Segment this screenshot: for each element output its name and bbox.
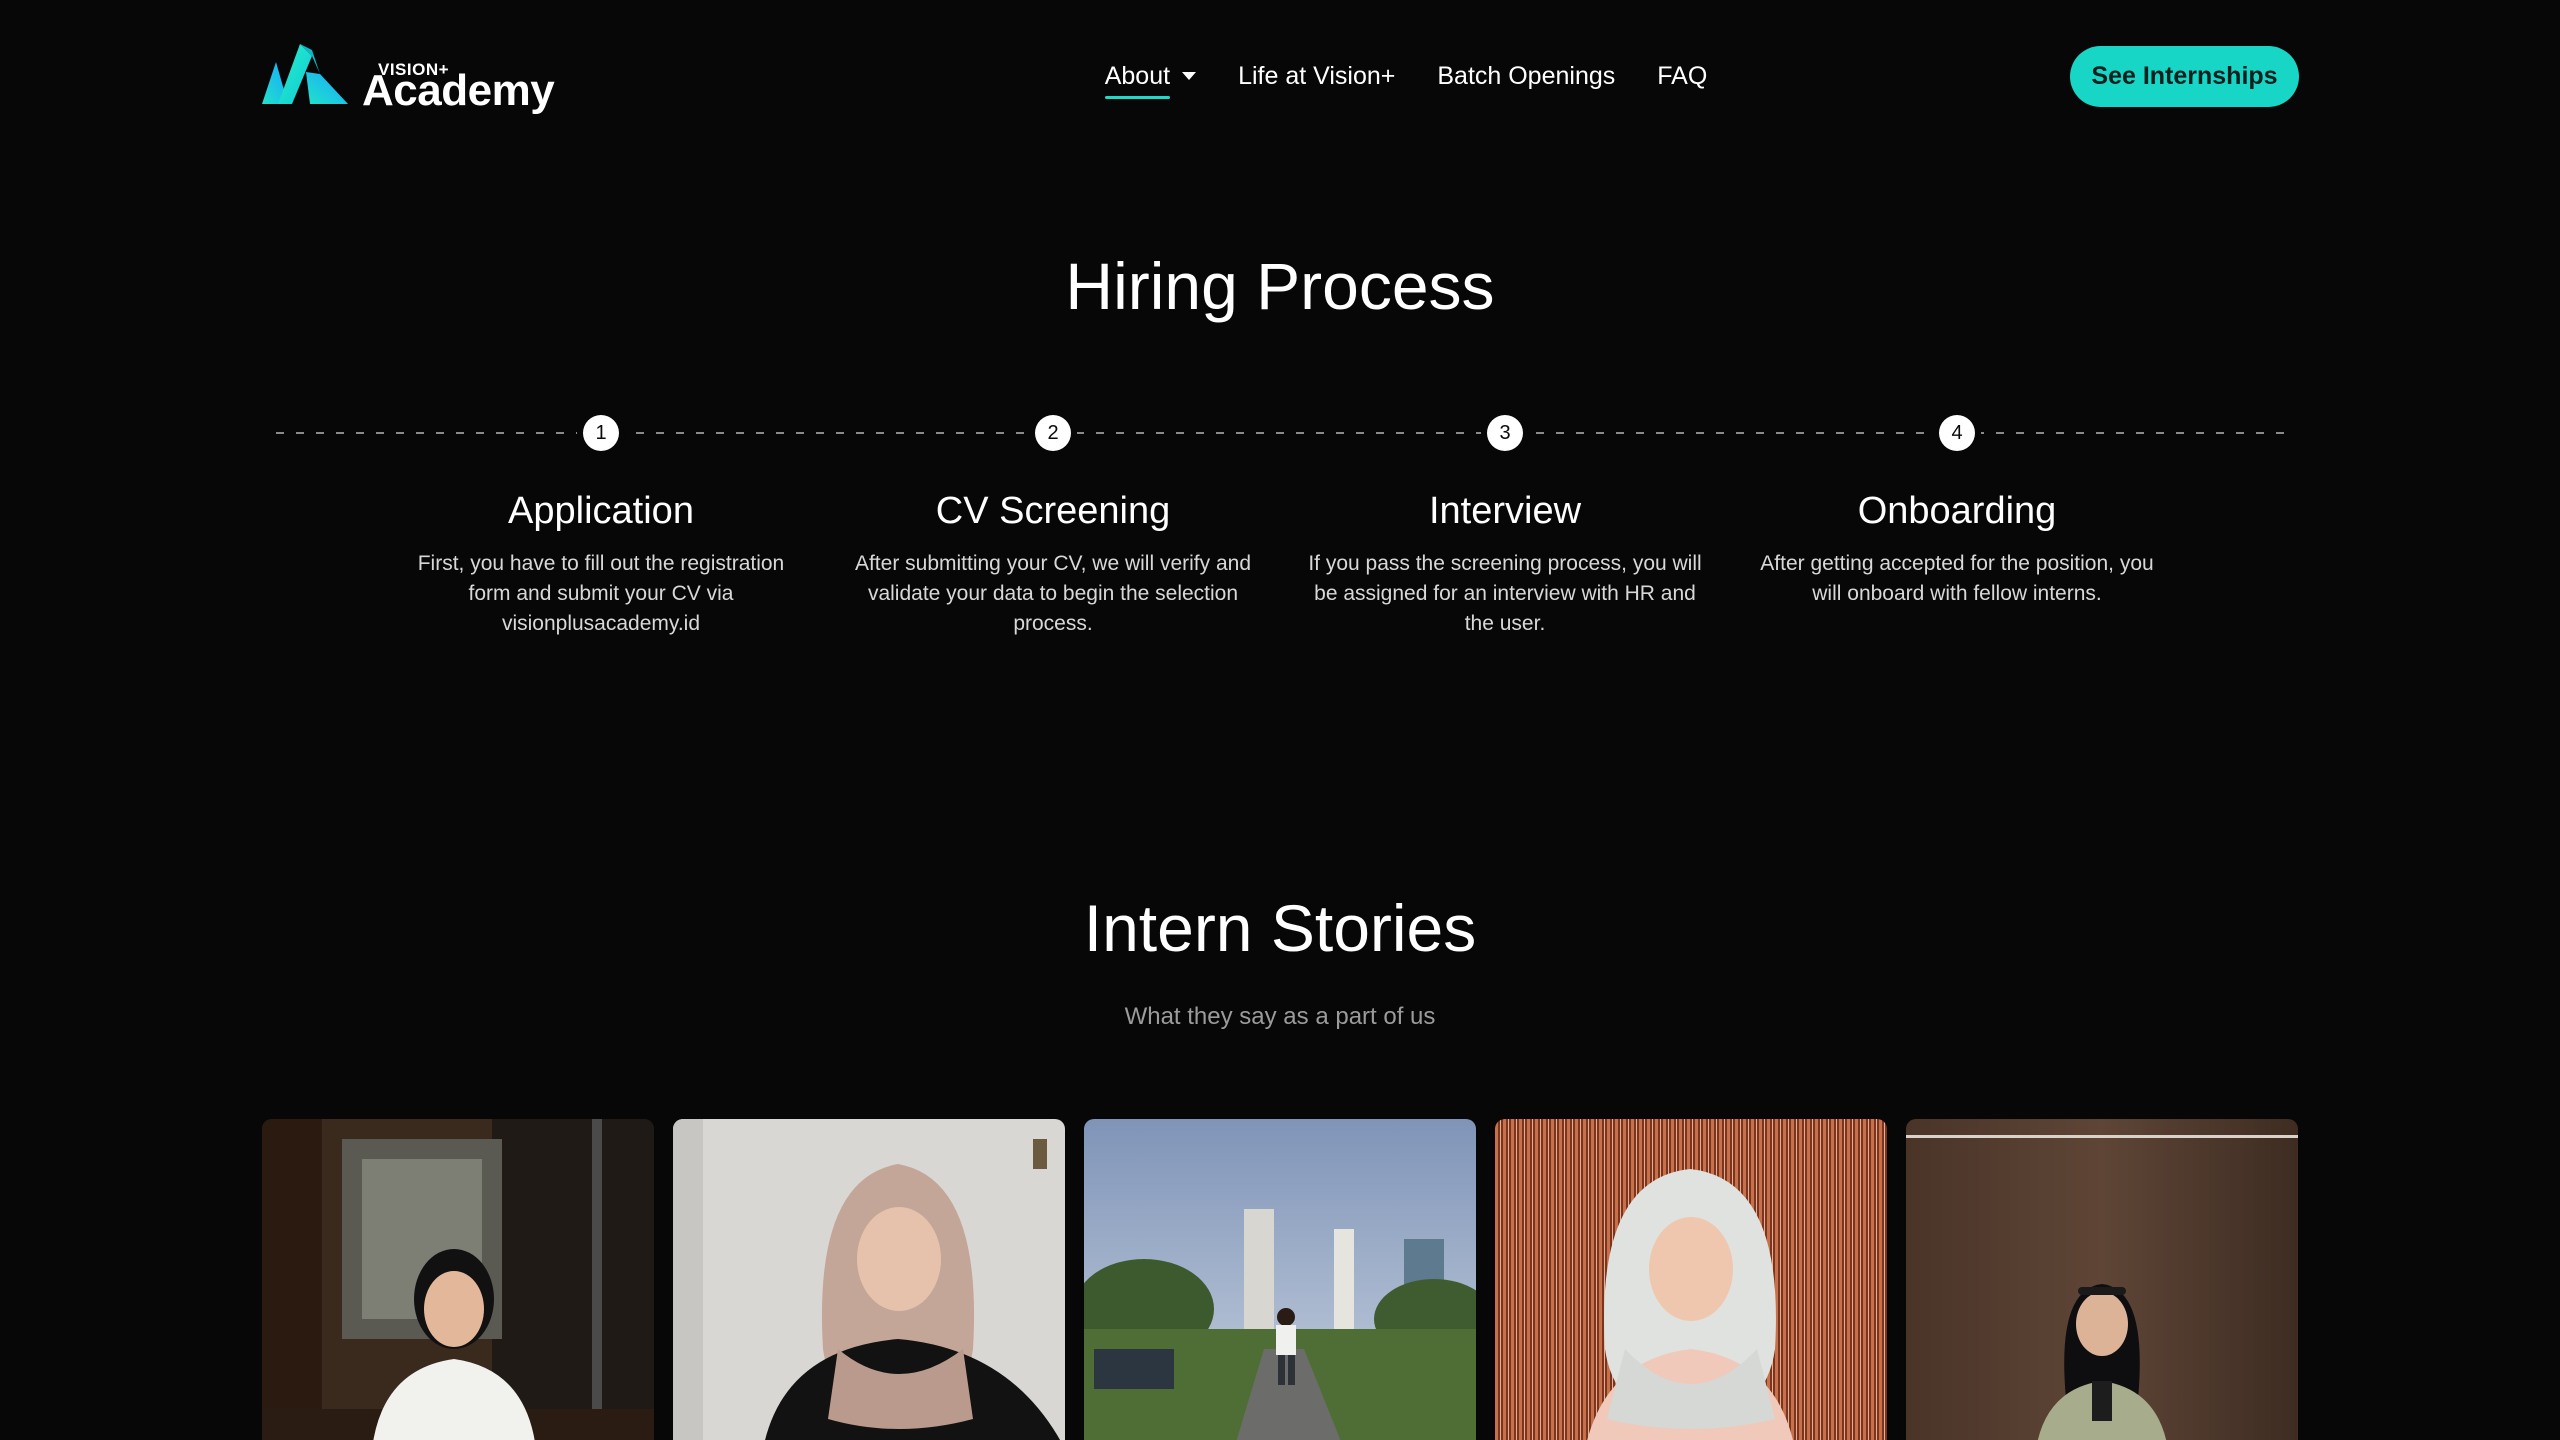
- logo-wordmark: VISION+ Academy: [362, 38, 562, 115]
- logo-big-text: Academy: [362, 66, 555, 115]
- intern-story-card-3[interactable]: [1084, 1119, 1476, 1440]
- see-internships-button[interactable]: See Internships: [2070, 45, 2299, 107]
- main-nav: About Life at Vision+ Batch Openings FAQ: [1104, 46, 1707, 106]
- step-application: Application First, you have to fill out …: [401, 490, 801, 639]
- nav-faq[interactable]: FAQ: [1657, 46, 1707, 106]
- chevron-down-icon: [1182, 72, 1197, 80]
- intern-photo: [1906, 1119, 2298, 1440]
- intern-stories-subtitle: What they say as a part of us: [1124, 1003, 1436, 1030]
- intern-photo: [673, 1119, 1065, 1440]
- step-title: CV Screening: [935, 490, 1171, 532]
- step-cv-screening: CV Screening After submitting your CV, w…: [853, 490, 1253, 639]
- intern-story-card-5[interactable]: [1906, 1119, 2298, 1440]
- vision-plus-logo-icon: [262, 44, 348, 104]
- step-onboarding: Onboarding After getting accepted for th…: [1757, 490, 2157, 609]
- step-number-4: 4: [1939, 415, 1975, 451]
- step-title: Application: [508, 490, 694, 532]
- nav-life-at-vision[interactable]: Life at Vision+: [1238, 46, 1395, 106]
- step-description: First, you have to fill out the registra…: [417, 552, 785, 635]
- step-number-3: 3: [1487, 415, 1523, 451]
- nav-about-label: About: [1104, 61, 1171, 99]
- step-description: After getting accepted for the position,…: [1760, 552, 2154, 605]
- nav-batch-openings[interactable]: Batch Openings: [1437, 46, 1615, 106]
- intern-stories-title: Intern Stories: [1083, 891, 1477, 965]
- intern-photo: [1084, 1119, 1476, 1440]
- hiring-process-title: Hiring Process: [1065, 249, 1495, 323]
- site-header: VISION+ Academy About Life at Vision+ Ba…: [262, 38, 2299, 115]
- nav-about[interactable]: About: [1104, 46, 1197, 106]
- step-description: After submitting your CV, we will verify…: [854, 552, 1252, 635]
- process-timeline: [276, 432, 2288, 434]
- step-number-2: 2: [1035, 415, 1071, 451]
- intern-stories-carousel: [262, 1119, 2299, 1440]
- step-interview: Interview If you pass the screening proc…: [1305, 490, 1705, 639]
- intern-story-card-2[interactable]: [673, 1119, 1065, 1440]
- step-title: Onboarding: [1857, 490, 2057, 532]
- page: VISION+ Academy About Life at Vision+ Ba…: [0, 0, 2560, 1440]
- intern-story-card-4[interactable]: [1495, 1119, 1887, 1440]
- step-description: If you pass the screening process, you w…: [1308, 552, 1702, 635]
- step-number-1: 1: [583, 415, 619, 451]
- step-title: Interview: [1428, 490, 1582, 532]
- intern-story-card-1[interactable]: [262, 1119, 654, 1440]
- intern-photo: [262, 1119, 654, 1440]
- logo[interactable]: VISION+ Academy: [262, 38, 562, 115]
- intern-photo: [1495, 1119, 1887, 1440]
